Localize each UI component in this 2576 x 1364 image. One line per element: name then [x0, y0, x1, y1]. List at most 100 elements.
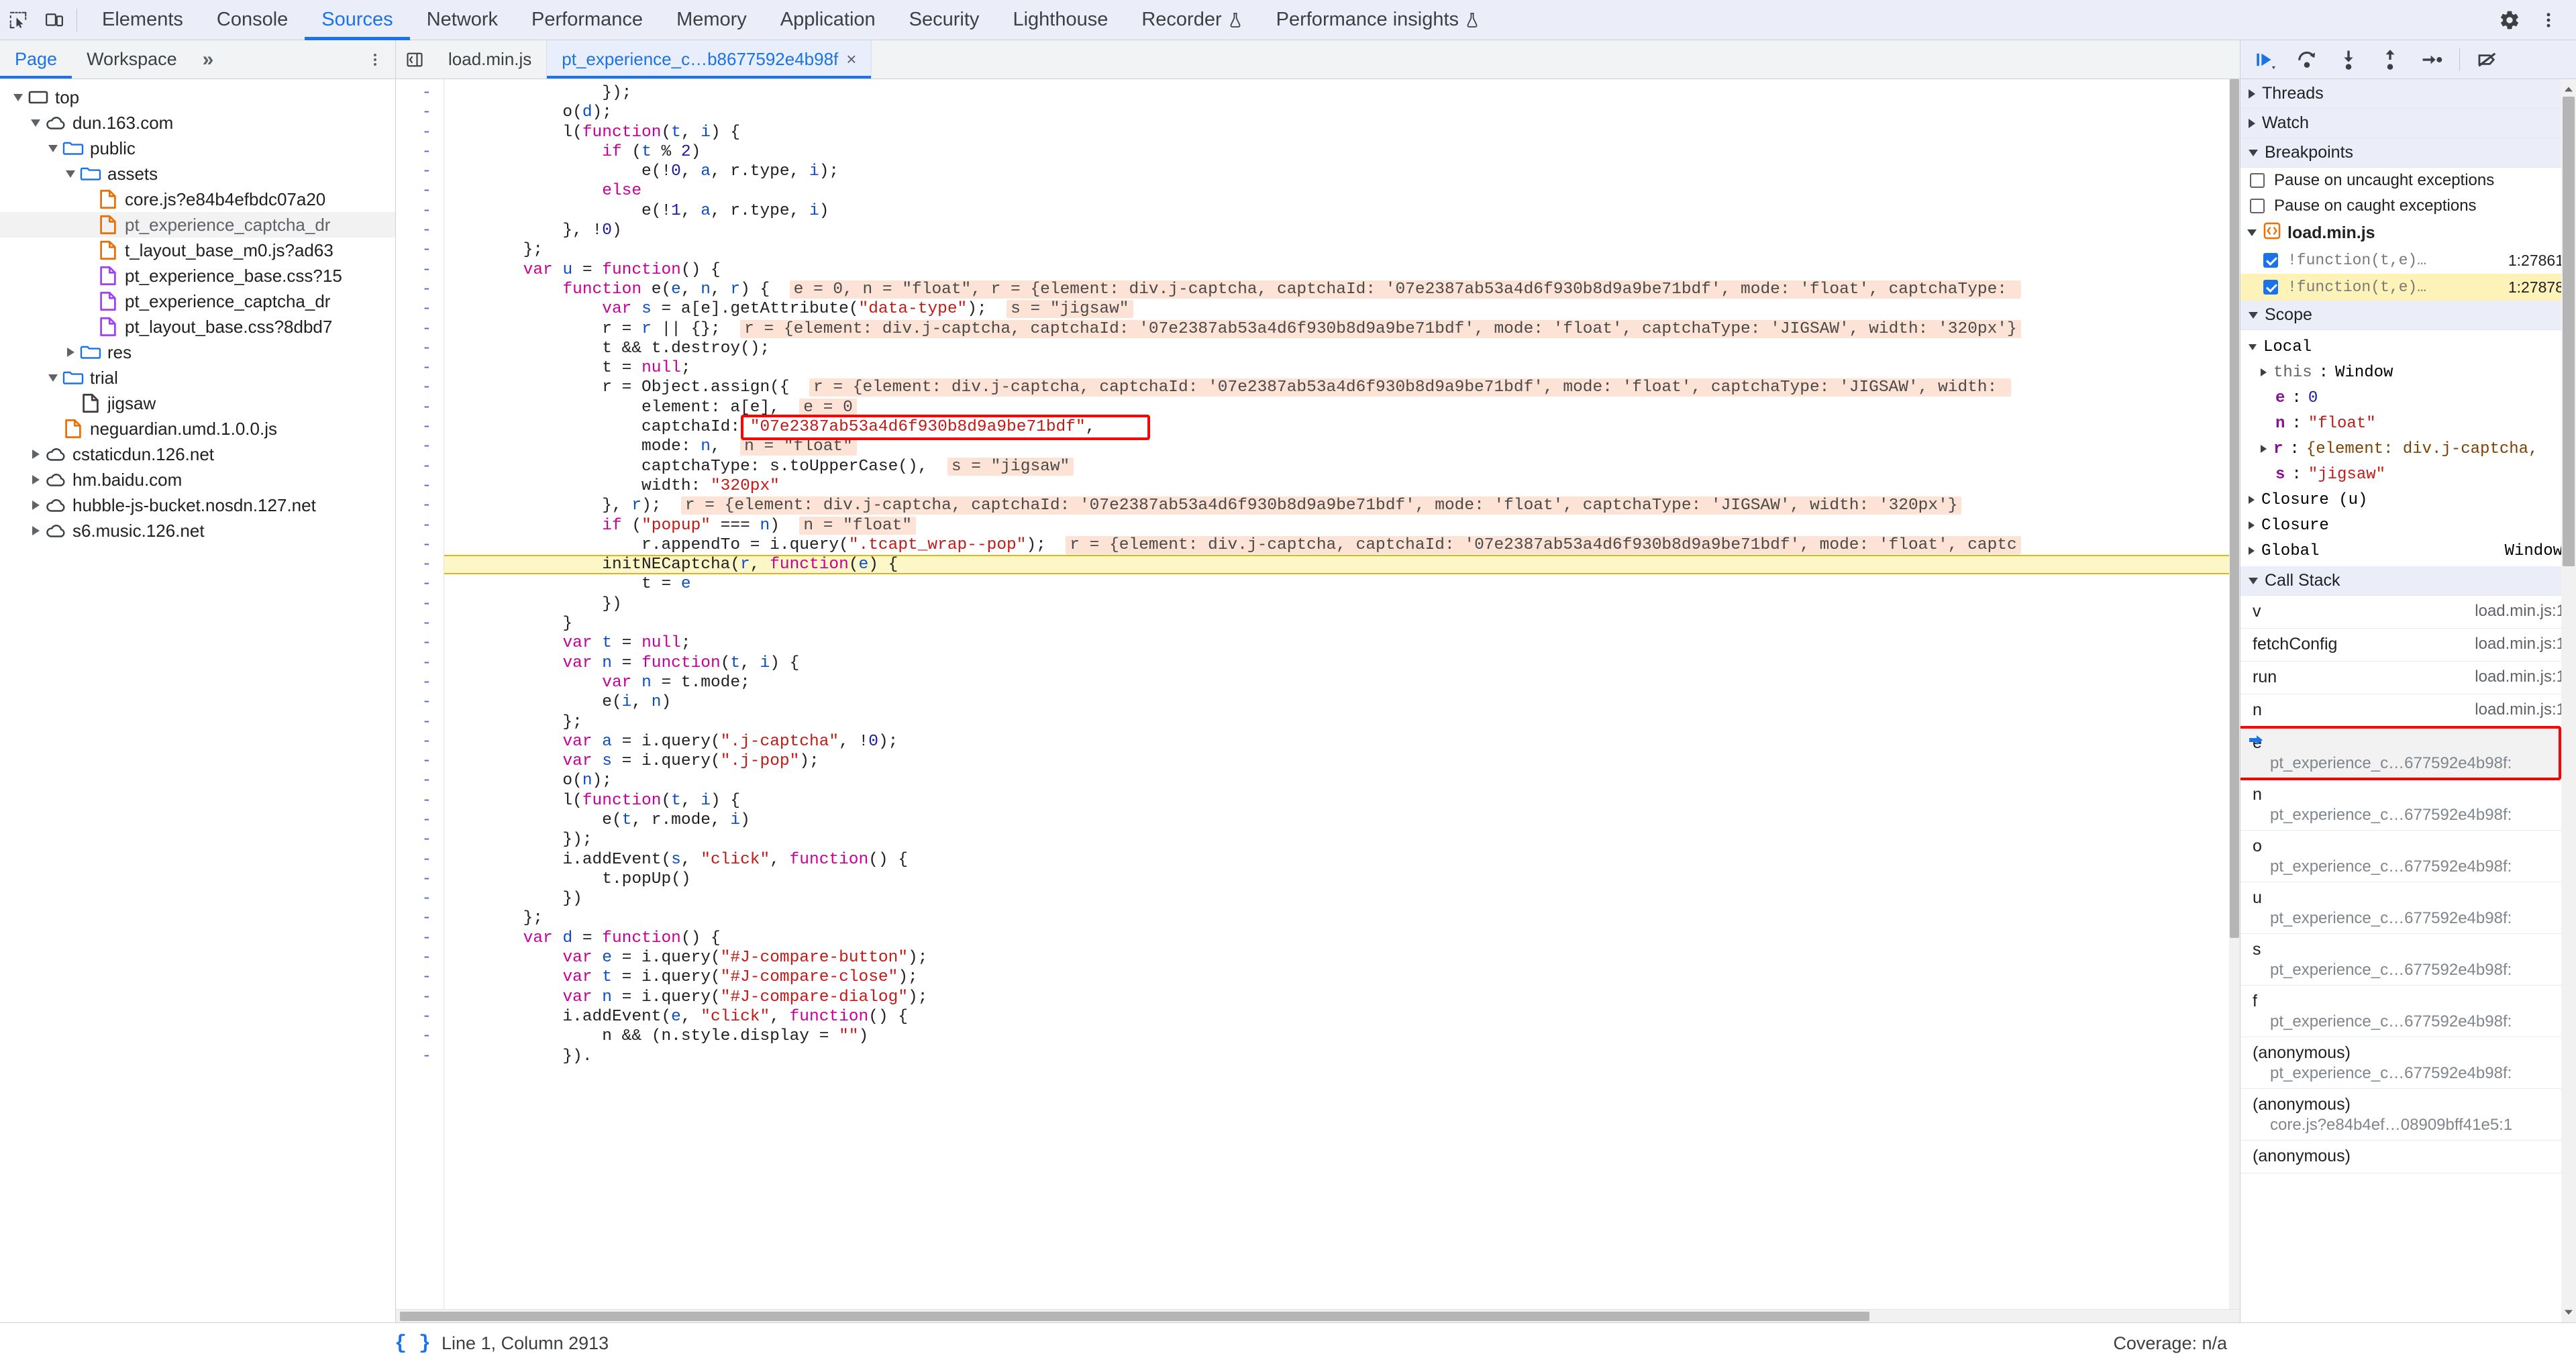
tab-console[interactable]: Console — [200, 0, 305, 40]
code-line[interactable]: captchaId: "07e2387ab53a4d6f930b8d9a9be7… — [444, 417, 2240, 437]
code-line[interactable]: l(function(t, i) { — [444, 791, 2240, 810]
code-line[interactable]: var t = null; — [444, 633, 2240, 653]
line-number[interactable]: - — [396, 594, 444, 614]
line-number[interactable]: - — [396, 201, 444, 221]
code-line[interactable]: o(d); — [444, 103, 2240, 122]
call-stack-frame[interactable]: n load.min.js:1 — [2240, 694, 2576, 727]
line-number[interactable]: - — [396, 398, 444, 417]
line-number[interactable]: - — [396, 614, 444, 633]
code-line[interactable]: function e(e, n, r) { e = 0, n = "float"… — [444, 280, 2240, 299]
section-threads[interactable]: Threads — [2240, 79, 2576, 109]
call-stack-frame[interactable]: f pt_experience_c…677592e4b98f: — [2240, 986, 2576, 1037]
code-editor[interactable]: ----------------------------------------… — [396, 79, 2240, 1309]
code-line[interactable]: l(function(t, i) { — [444, 123, 2240, 142]
code-line[interactable]: }; — [444, 240, 2240, 260]
code-line[interactable]: }) — [444, 889, 2240, 908]
code-vertical-scrollbar[interactable] — [2229, 79, 2240, 1309]
line-number[interactable]: - — [396, 378, 444, 397]
code-line[interactable]: var d = function() { — [444, 929, 2240, 948]
code-line[interactable]: e(i, n) — [444, 692, 2240, 712]
code-line[interactable]: r.appendTo = i.query(".tcapt_wrap--pop")… — [444, 535, 2240, 555]
code-line[interactable]: captchaType: s.toUpperCase(), s = "jigsa… — [444, 457, 2240, 476]
line-number[interactable]: - — [396, 692, 444, 712]
close-icon[interactable]: × — [846, 49, 856, 70]
debugger-scrollbar-thumb[interactable] — [2563, 97, 2575, 566]
collapse-sidebar-icon[interactable] — [396, 40, 433, 78]
step-into-icon[interactable] — [2329, 43, 2368, 76]
tab-performance-insights[interactable]: Performance insights — [1259, 0, 1496, 40]
code-line[interactable]: var n = t.mode; — [444, 673, 2240, 692]
tab-elements[interactable]: Elements — [85, 0, 200, 40]
line-number[interactable]: - — [396, 810, 444, 830]
tree-item[interactable]: pt_experience_base.css?15 — [0, 263, 395, 288]
tree-item[interactable]: top — [0, 85, 395, 110]
line-number[interactable]: - — [396, 908, 444, 928]
tab-memory[interactable]: Memory — [660, 0, 764, 40]
step-out-icon[interactable] — [2371, 43, 2410, 76]
line-number[interactable]: - — [396, 889, 444, 908]
code-line[interactable]: }; — [444, 713, 2240, 732]
line-number[interactable]: - — [396, 162, 444, 181]
scope-group[interactable]: Global Window — [2240, 538, 2576, 564]
line-number[interactable]: - — [396, 280, 444, 299]
tree-item[interactable]: t_layout_base_m0.js?ad63 — [0, 238, 395, 263]
tab-network[interactable]: Network — [410, 0, 515, 40]
line-number[interactable]: - — [396, 103, 444, 122]
code-line[interactable]: i.addEvent(s, "click", function() { — [444, 850, 2240, 870]
deactivate-breakpoints-icon[interactable] — [2468, 43, 2507, 76]
editor-tab-load-min-js[interactable]: load.min.js — [433, 40, 548, 78]
code-line[interactable]: var s = i.query(".j-pop"); — [444, 751, 2240, 771]
resume-icon[interactable] — [2246, 43, 2285, 76]
line-number[interactable]: - — [396, 358, 444, 378]
code-scroll-region[interactable]: }); o(d); l(function(t, i) { if (t % 2) … — [444, 79, 2240, 1309]
call-stack-frame[interactable]: v load.min.js:1 — [2240, 596, 2576, 629]
line-number[interactable]: - — [396, 339, 444, 358]
code-line[interactable]: }, !0) — [444, 221, 2240, 240]
editor-tab-pt-experience[interactable]: pt_experience_c…b8677592e4b98f × — [547, 40, 872, 78]
code-line[interactable]: if ("popup" === n) n = "float" — [444, 516, 2240, 535]
line-number[interactable]: - — [396, 633, 444, 653]
chevron-down-icon[interactable] — [9, 93, 27, 101]
more-tabs-chevron-icon[interactable]: » — [192, 40, 223, 78]
tree-item[interactable]: assets — [0, 161, 395, 187]
line-number[interactable]: - — [396, 555, 444, 574]
line-number[interactable]: - — [396, 929, 444, 948]
line-number[interactable]: - — [396, 535, 444, 555]
line-number[interactable]: - — [396, 791, 444, 810]
line-number[interactable]: - — [396, 240, 444, 260]
pretty-print-braces-icon[interactable]: { } — [395, 1332, 431, 1355]
code-horizontal-scrollbar[interactable] — [396, 1309, 2240, 1322]
checkbox[interactable] — [2263, 253, 2278, 268]
tree-item[interactable]: s6.music.126.net — [0, 518, 395, 543]
line-number[interactable]: - — [396, 516, 444, 535]
scope-group-local[interactable]: Local — [2240, 334, 2576, 360]
tree-item[interactable]: pt_layout_base.css?8dbd7 — [0, 314, 395, 339]
tree-item[interactable]: hubble-js-bucket.nosdn.127.net — [0, 492, 395, 518]
line-number[interactable]: - — [396, 967, 444, 987]
code-line[interactable]: e(!0, a, r.type, i); — [444, 162, 2240, 181]
code-line[interactable]: }). — [444, 1047, 2240, 1066]
call-stack-frame[interactable]: fetchConfig load.min.js:1 — [2240, 629, 2576, 662]
kebab-menu-icon[interactable] — [2530, 2, 2567, 38]
line-number[interactable]: - — [396, 732, 444, 751]
checkbox[interactable] — [2250, 173, 2265, 188]
code-line[interactable]: var a = i.query(".j-captcha", !0); — [444, 732, 2240, 751]
scroll-down-arrow-icon[interactable] — [2563, 1305, 2574, 1320]
call-stack-frame[interactable]: ept_experience_c…677592e4b98f: — [2240, 727, 2576, 779]
line-number[interactable]: - — [396, 948, 444, 967]
code-line[interactable]: e(!1, a, r.type, i) — [444, 201, 2240, 221]
line-number[interactable]: - — [396, 653, 444, 673]
file-tree[interactable]: top dun.163.com public assets core.js?e84b4e… — [0, 79, 395, 1322]
scope-entry[interactable]: n: "float" — [2240, 411, 2576, 436]
line-number[interactable]: - — [396, 181, 444, 201]
call-stack-frame[interactable]: (anonymous) — [2240, 1141, 2576, 1173]
code-line[interactable]: element: a[e], e = 0 — [444, 398, 2240, 417]
call-stack-frame[interactable]: u pt_experience_c…677592e4b98f: — [2240, 882, 2576, 934]
chevron-right-icon[interactable] — [62, 348, 79, 357]
tree-item[interactable]: hm.baidu.com — [0, 467, 395, 492]
scroll-up-arrow-icon[interactable] — [2563, 82, 2574, 97]
line-number[interactable]: - — [396, 988, 444, 1007]
tab-performance[interactable]: Performance — [515, 0, 660, 40]
tree-item[interactable]: public — [0, 136, 395, 161]
call-stack-list[interactable]: v load.min.js:1 fetchConfig load.min.js:1 ru… — [2240, 596, 2576, 1173]
